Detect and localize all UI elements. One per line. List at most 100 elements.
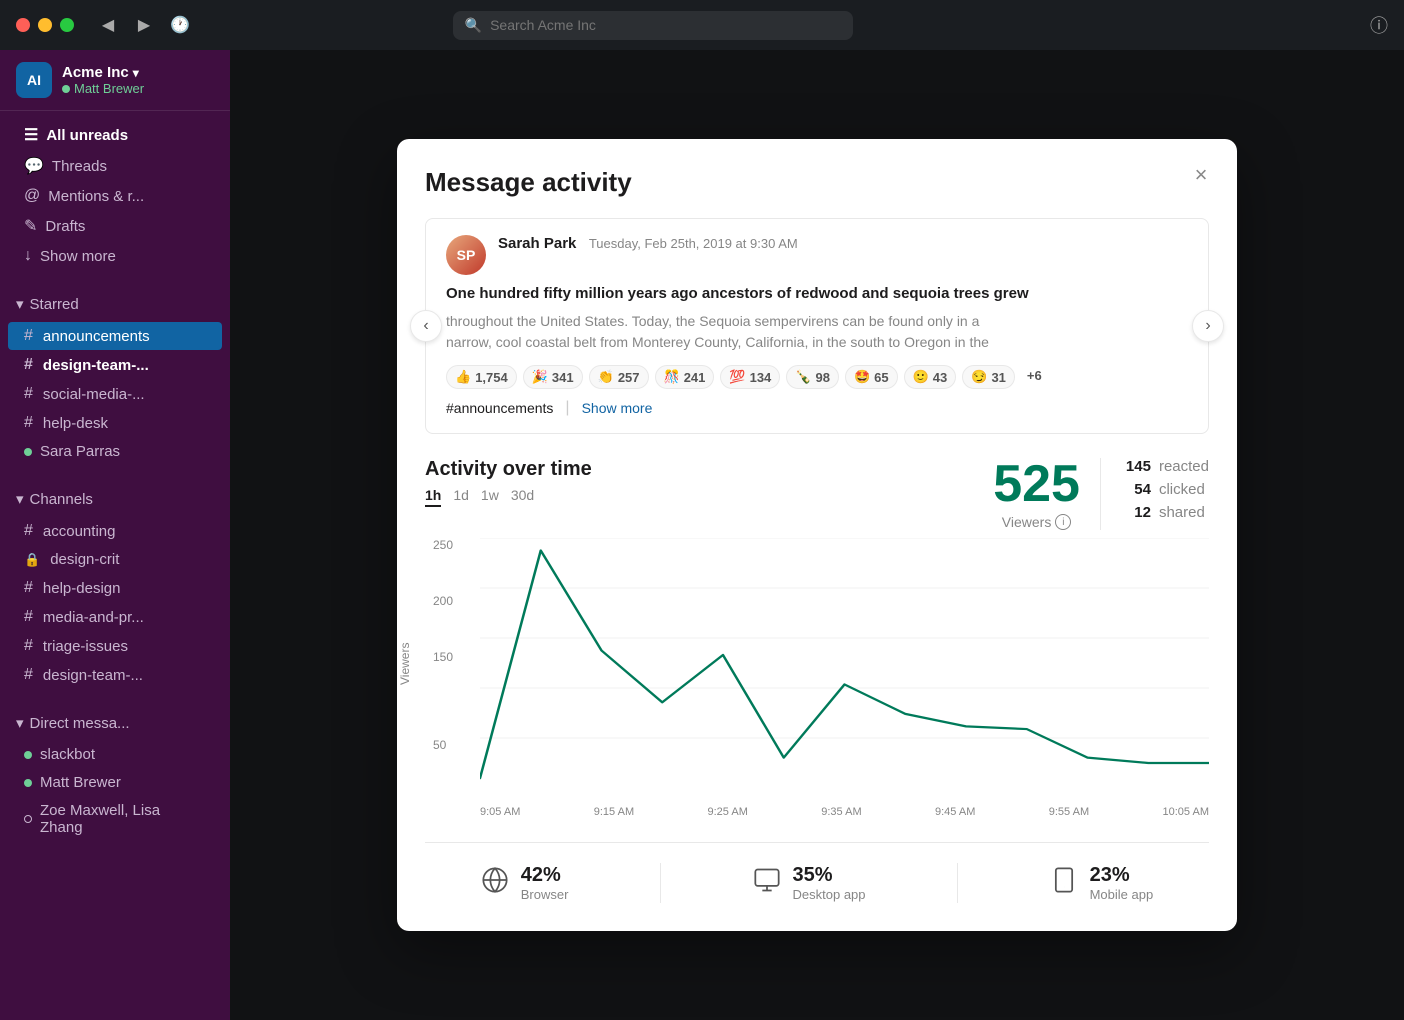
stat-clicked: 54 clicked [1121, 481, 1209, 498]
sidebar-item-triage[interactable]: # triage-issues [8, 632, 222, 660]
forward-button[interactable]: ▶ [130, 11, 158, 39]
sidebar-item-zoe[interactable]: Zoe Maxwell, Lisa Zhang [8, 797, 222, 841]
workspace-info: Acme Inc ▾ Matt Brewer [62, 64, 214, 96]
sidebar-item-design-crit[interactable]: 🔒 design-crit [8, 546, 222, 573]
chevron-down-icon-channels: ▾ [16, 490, 24, 508]
sidebar-item-design-team[interactable]: # design-team-... [8, 351, 222, 379]
hash-icon: # [24, 356, 33, 374]
message-nav-left-button[interactable]: ‹ [410, 310, 442, 342]
globe-icon [481, 866, 509, 901]
sidebar-item-show-more[interactable]: ↓ Show more [8, 242, 222, 270]
modal-close-button[interactable]: × [1185, 159, 1217, 191]
search-bar[interactable]: 🔍 [453, 11, 853, 40]
hash-icon: # [24, 414, 33, 432]
threads-icon: 💬 [24, 156, 44, 176]
mobile-info: 23% Mobile app [1090, 864, 1154, 902]
x-label-935: 9:35 AM [821, 806, 861, 818]
fullscreen-traffic-light[interactable] [60, 18, 74, 32]
sidebar-item-slackbot[interactable]: slackbot [8, 741, 222, 768]
sidebar-item-all-unreads[interactable]: ☰ All unreads [8, 120, 222, 150]
message-author: Sarah Park [498, 235, 576, 252]
sidebar-item-matt[interactable]: Matt Brewer [8, 769, 222, 796]
search-input[interactable] [490, 17, 841, 33]
channels-header[interactable]: ▾ Channels [0, 482, 230, 516]
channels-section: ▾ Channels # accounting 🔒 design-crit # … [0, 474, 230, 698]
sidebar-item-help-desk[interactable]: # help-desk [8, 409, 222, 437]
sidebar-item-announcements[interactable]: # announcements [8, 322, 222, 350]
content-area: Message activity × ‹ › SP Sarah Park Tue… [230, 50, 1404, 1020]
viewers-label: Viewers i [993, 514, 1080, 530]
mobile-name: Mobile app [1090, 887, 1154, 902]
sidebar-item-sara[interactable]: Sara Parras [8, 438, 222, 465]
sidebar-item-mentions[interactable]: @ Mentions & r... [8, 182, 222, 210]
reaction-starstruck[interactable]: 🤩65 [845, 365, 898, 389]
reaction-bottle[interactable]: 🍾98 [786, 365, 839, 389]
starred-section: ▾ Starred # announcements # design-team-… [0, 279, 230, 474]
time-filter-1w[interactable]: 1w [481, 485, 499, 507]
viewers-count: 525 Viewers i [993, 458, 1101, 530]
starred-header[interactable]: ▾ Starred [0, 287, 230, 321]
workspace-name[interactable]: Acme Inc ▾ [62, 64, 214, 81]
dm-header[interactable]: ▾ Direct messa... [0, 706, 230, 740]
reaction-100[interactable]: 💯134 [720, 365, 780, 389]
workspace-header: AI Acme Inc ▾ Matt Brewer [0, 50, 230, 111]
all-unreads-icon: ☰ [24, 125, 38, 145]
desktop-name: Desktop app [793, 887, 866, 902]
viewers-info-icon[interactable]: i [1055, 514, 1071, 530]
dm-section: ▾ Direct messa... slackbot Matt Brewer Z… [0, 698, 230, 850]
channel-tag: #announcements [446, 400, 553, 416]
more-reactions[interactable]: +6 [1021, 365, 1048, 389]
reaction-tada[interactable]: 🎉341 [523, 365, 583, 389]
hash-icon: # [24, 608, 33, 626]
message-header: SP Sarah Park Tuesday, Feb 25th, 2019 at… [446, 235, 1188, 275]
activity-chart-area: Activity over time 1h 1d 1w 30d [425, 458, 1209, 818]
main-layout: AI Acme Inc ▾ Matt Brewer ☰ All unreads … [0, 50, 1404, 1020]
hash-icon: # [24, 385, 33, 403]
browser-info: 42% Browser [521, 864, 569, 902]
sidebar-item-media[interactable]: # media-and-pr... [8, 603, 222, 631]
chevron-down-icon: ↓ [24, 247, 32, 265]
viewers-number: 525 [993, 458, 1080, 510]
time-filter-30d[interactable]: 30d [511, 485, 534, 507]
message-preview-2: narrow, cool coastal belt from Monterey … [446, 332, 1188, 353]
reaction-smile[interactable]: 🙂43 [904, 365, 957, 389]
y-label-200: 200 [433, 594, 453, 608]
minimize-traffic-light[interactable] [38, 18, 52, 32]
reaction-thumbsup[interactable]: 👍1,754 [446, 365, 517, 389]
desktop-icon [753, 866, 781, 901]
message-nav-right-button[interactable]: › [1192, 310, 1224, 342]
reaction-smirk[interactable]: 😏31 [962, 365, 1015, 389]
platform-stats: 42% Browser [425, 842, 1209, 903]
x-label-915: 9:15 AM [594, 806, 634, 818]
mobile-icon [1050, 866, 1078, 901]
sidebar-item-design-team2[interactable]: # design-team-... [8, 661, 222, 689]
sidebar-item-help-design[interactable]: # help-design [8, 574, 222, 602]
y-label-250: 250 [433, 538, 453, 552]
help-icon[interactable]: ⓘ [1370, 12, 1388, 38]
online-status-dot [62, 85, 70, 93]
stat-reacted: 145 reacted [1121, 458, 1209, 475]
sidebar-nav-section: ☰ All unreads 💬 Threads @ Mentions & r..… [0, 111, 230, 279]
x-label-945: 9:45 AM [935, 806, 975, 818]
sidebar-item-drafts[interactable]: ✎ Drafts [8, 211, 222, 241]
history-button[interactable]: 🕐 [166, 11, 194, 39]
show-more-link[interactable]: Show more [582, 400, 653, 416]
reaction-clap[interactable]: 👏257 [589, 365, 649, 389]
hash-icon: # [24, 637, 33, 655]
platform-desktop: 35% Desktop app [733, 864, 886, 902]
hash-icon: # [24, 579, 33, 597]
sidebar-item-social-media[interactable]: # social-media-... [8, 380, 222, 408]
hash-icon: # [24, 522, 33, 540]
x-axis-labels: 9:05 AM 9:15 AM 9:25 AM 9:35 AM 9:45 AM … [480, 806, 1209, 818]
reaction-confetti[interactable]: 🎊241 [655, 365, 715, 389]
chevron-down-icon-starred: ▾ [16, 295, 24, 313]
sidebar-item-threads[interactable]: 💬 Threads [8, 151, 222, 181]
back-button[interactable]: ◀ [94, 11, 122, 39]
sidebar-item-accounting[interactable]: # accounting [8, 517, 222, 545]
online-dot-slackbot [24, 751, 32, 759]
time-filter-1d[interactable]: 1d [453, 485, 469, 507]
close-traffic-light[interactable] [16, 18, 30, 32]
message-text: One hundred fifty million years ago ance… [446, 283, 1188, 306]
time-filter-1h[interactable]: 1h [425, 485, 441, 507]
message-activity-modal: Message activity × ‹ › SP Sarah Park Tue… [397, 139, 1237, 932]
